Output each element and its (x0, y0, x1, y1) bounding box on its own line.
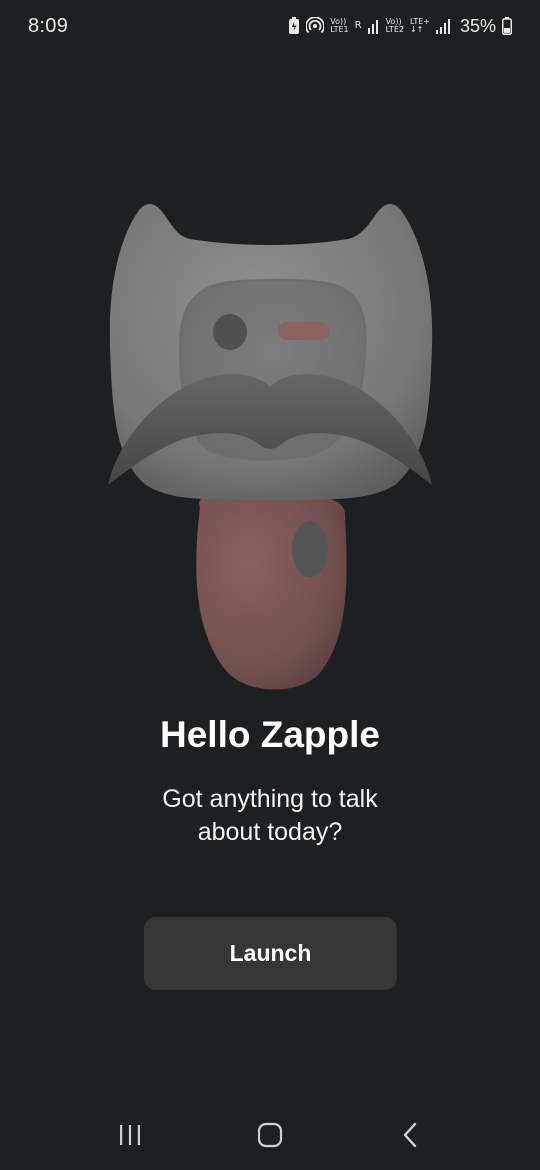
hotspot-icon (306, 17, 325, 35)
battery-percent: 35% (459, 15, 496, 36)
status-bar: 8:09 Vo)) LTE1 R Vo)) LTE2 LTE+ ↓↑ 35% (0, 0, 540, 52)
sim2-network: LTE+ ↓↑ (409, 17, 430, 34)
battery-saver-icon (288, 17, 300, 35)
mascot-body-spot (292, 521, 328, 577)
recent-apps-button[interactable] (100, 1110, 160, 1160)
sim1-label: Vo)) LTE1 (330, 17, 349, 34)
status-time: 8:09 (28, 14, 69, 37)
back-icon (403, 1122, 417, 1148)
mascot-illustration (108, 203, 433, 690)
signal-icon (435, 18, 452, 34)
greeting-subtitle: Got anything to talk about today? (0, 783, 540, 849)
back-button[interactable] (380, 1110, 440, 1160)
sim2-label: Vo)) LTE2 (385, 17, 404, 34)
home-icon (257, 1122, 283, 1148)
recent-apps-icon (120, 1125, 140, 1145)
app-screen: 8:09 Vo)) LTE1 R Vo)) LTE2 LTE+ ↓↑ 35% H… (0, 0, 540, 1170)
launch-button[interactable]: Launch (144, 917, 397, 990)
home-button[interactable] (240, 1110, 300, 1160)
signal-icon (367, 18, 380, 34)
mascot-eye-left (213, 314, 247, 350)
battery-icon (502, 17, 512, 35)
status-icons: Vo)) LTE1 R Vo)) LTE2 LTE+ ↓↑ 35% (288, 16, 512, 37)
subtitle-line-1: Got anything to talk (162, 785, 378, 813)
mascot-body (196, 495, 347, 690)
sim1-roaming: R (354, 20, 362, 31)
subtitle-line-2: about today? (197, 818, 343, 846)
navigation-bar (0, 1100, 540, 1170)
greeting-title: Hello Zapple (160, 714, 380, 755)
mascot-eye-right (278, 322, 330, 340)
